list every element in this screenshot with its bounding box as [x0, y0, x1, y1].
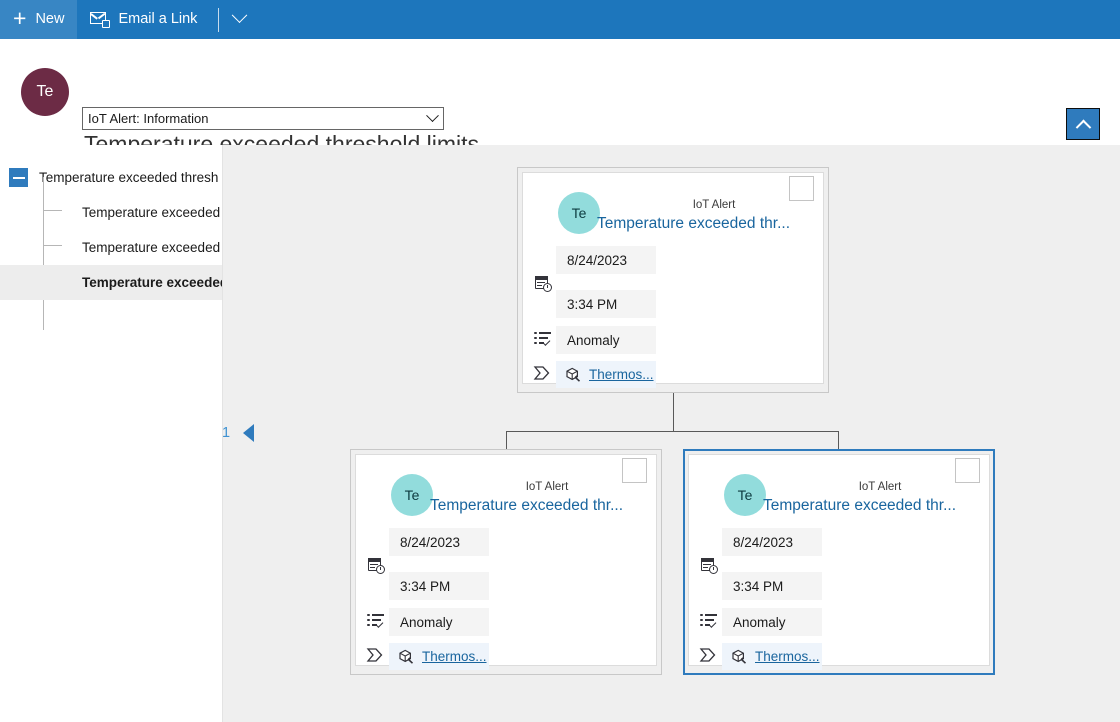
card-field-date[interactable]: 8/24/2023 [389, 528, 489, 556]
tree-item-2[interactable]: Temperature exceeded [0, 230, 222, 265]
connector-bus [506, 431, 839, 432]
tree-item-3-selected[interactable]: Temperature exceeded [0, 265, 222, 300]
record-type-value: IoT Alert: Information [88, 111, 209, 126]
plus-icon: + [13, 5, 27, 31]
tree-item-label: Temperature exceeded thresh [39, 170, 219, 185]
chevron-up-icon [1075, 119, 1091, 135]
card-field-category[interactable]: Anomaly [556, 326, 656, 354]
card-field-category[interactable]: Anomaly [722, 608, 822, 636]
card-title-link[interactable]: Temperature exceeded thr... [430, 497, 623, 515]
card-field-time[interactable]: 3:34 PM [389, 572, 489, 600]
email-a-link-label: Email a Link [118, 11, 198, 28]
card-checkbox[interactable] [789, 176, 814, 201]
card-title-link[interactable]: Temperature exceeded thr... [763, 497, 956, 515]
minus-collapse-icon[interactable] [9, 168, 28, 187]
envelope-link-icon [90, 12, 111, 28]
card-field-device[interactable]: Thermos... [722, 643, 822, 670]
card-field-date[interactable]: 8/24/2023 [722, 528, 822, 556]
product-box-icon [397, 648, 415, 665]
card-field-time[interactable]: 3:34 PM [722, 572, 822, 600]
hierarchy-canvas: Te IoT Alert Temperature exceeded thr...… [223, 145, 1120, 722]
overflow-menu-button[interactable] [223, 0, 255, 39]
connector-parent-stem [673, 392, 674, 432]
triangle-left-icon[interactable] [243, 424, 255, 442]
card-avatar: Te [391, 474, 433, 516]
card-field-device[interactable]: Thermos... [389, 643, 489, 670]
card-checkbox[interactable] [622, 458, 647, 483]
card-avatar-initials: Te [571, 205, 587, 221]
card-avatar-initials: Te [404, 487, 420, 503]
card-device-link[interactable]: Thermos... [422, 649, 487, 664]
pagination-controls: 1 [222, 424, 255, 442]
card-field-category[interactable]: Anomaly [389, 608, 489, 636]
card-avatar: Te [724, 474, 766, 516]
tree-item-label: Temperature exceeded [82, 205, 221, 220]
card-parent[interactable]: Te IoT Alert Temperature exceeded thr...… [517, 167, 829, 393]
product-box-icon [730, 648, 748, 665]
tree-item-label: Temperature exceeded [82, 240, 221, 255]
command-bar: + New Email a Link [0, 0, 1120, 39]
card-avatar-initials: Te [737, 487, 753, 503]
card-entity-type: IoT Alert [525, 481, 569, 493]
product-box-icon [564, 366, 582, 383]
card-entity-type: IoT Alert [692, 199, 736, 211]
body-area: Temperature exceeded thresh Temperature … [0, 145, 1120, 722]
card-child-left[interactable]: Te IoT Alert Temperature exceeded thr...… [350, 449, 662, 675]
hierarchy-tree-pane: Temperature exceeded thresh Temperature … [0, 145, 222, 722]
card-field-time[interactable]: 3:34 PM [556, 290, 656, 318]
tree-item-1[interactable]: Temperature exceeded [0, 195, 222, 230]
tree-item-root[interactable]: Temperature exceeded thresh [0, 160, 222, 195]
avatar-initials: Te [36, 83, 54, 100]
card-checkbox[interactable] [955, 458, 980, 483]
page-number: 1 [222, 425, 231, 441]
card-device-link[interactable]: Thermos... [755, 649, 820, 664]
email-a-link-button[interactable]: Email a Link [77, 0, 210, 39]
collapse-header-button[interactable] [1066, 108, 1100, 140]
record-type-select[interactable]: IoT Alert: Information [82, 107, 444, 130]
new-button-label: New [35, 11, 65, 28]
card-avatar: Te [558, 192, 600, 234]
card-entity-type: IoT Alert [858, 481, 902, 493]
card-child-right-selected[interactable]: Te IoT Alert Temperature exceeded thr...… [683, 449, 995, 675]
card-field-device[interactable]: Thermos... [556, 361, 656, 388]
card-device-link[interactable]: Thermos... [589, 367, 654, 382]
chevron-down-icon [231, 7, 248, 24]
new-button[interactable]: + New [0, 0, 78, 39]
record-header: Te IoT Alert: Information Temperature ex… [0, 39, 1120, 157]
avatar: Te [21, 68, 69, 116]
chevron-down-icon [421, 109, 443, 123]
card-title-link[interactable]: Temperature exceeded thr... [597, 215, 790, 233]
tree-item-label: Temperature exceeded [82, 275, 222, 290]
card-field-date[interactable]: 8/24/2023 [556, 246, 656, 274]
toolbar-divider [218, 7, 220, 32]
